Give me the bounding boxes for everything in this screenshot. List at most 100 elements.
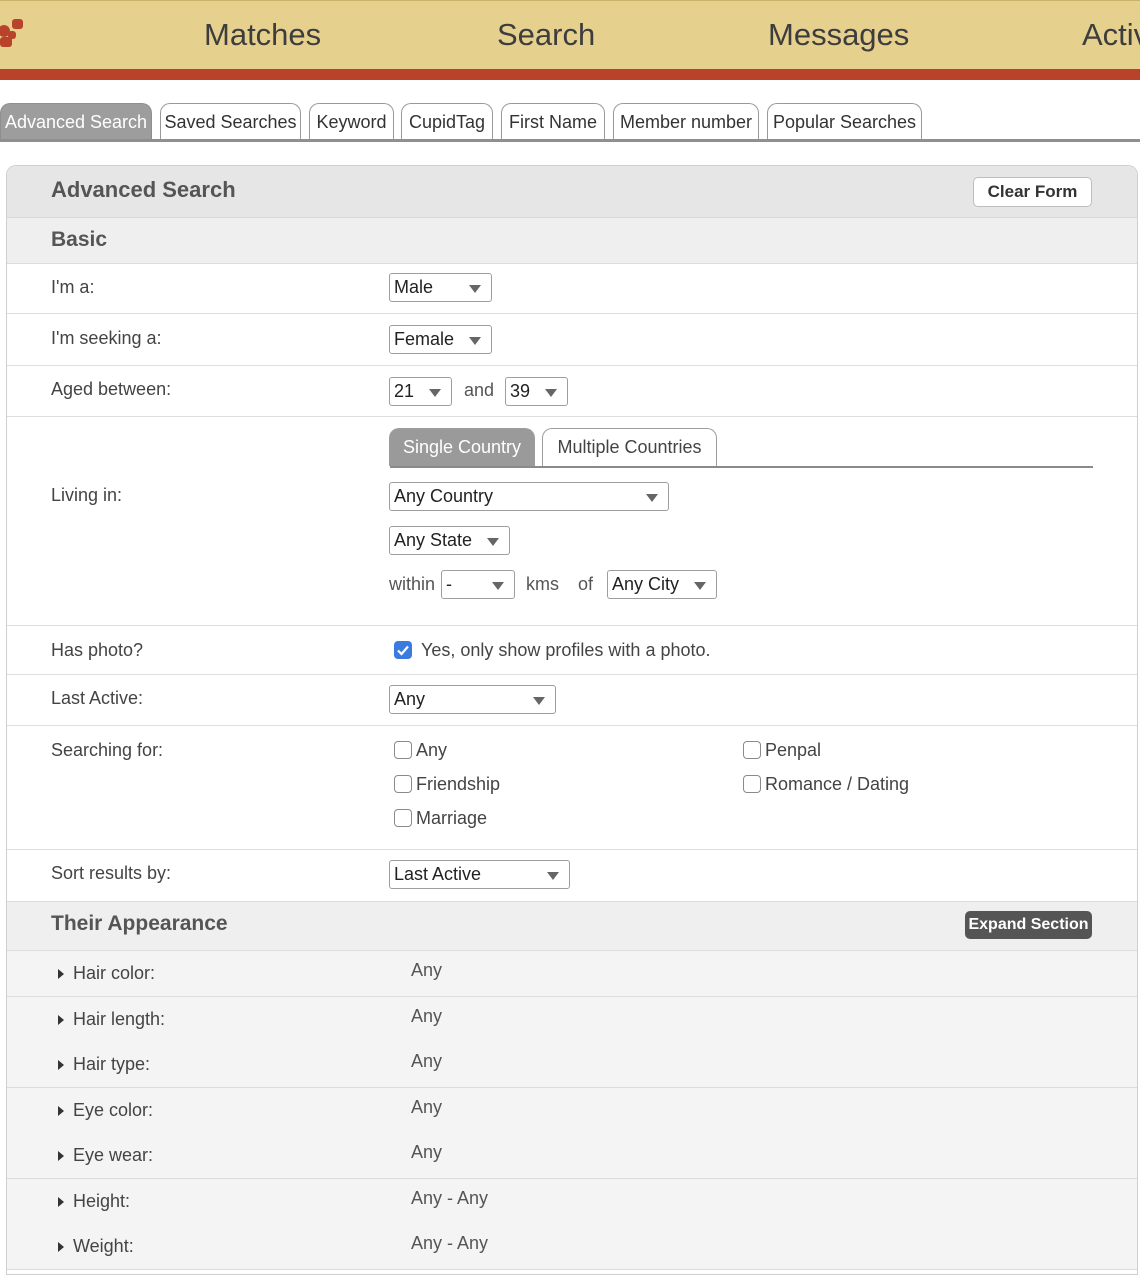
- photo-option-label: Yes, only show profiles with a photo.: [421, 640, 711, 660]
- distance-select[interactable]: -: [441, 570, 515, 599]
- tab-first-name[interactable]: First Name: [501, 103, 605, 141]
- chevron-down-icon: [469, 337, 481, 345]
- last-active-select[interactable]: Any: [389, 685, 556, 714]
- chevron-down-icon: [469, 285, 481, 293]
- height-label: Height:: [73, 1191, 131, 1211]
- option-penpal-label: Penpal: [765, 740, 822, 760]
- nav-matches[interactable]: Matches: [204, 17, 321, 53]
- of-label: of: [578, 574, 594, 594]
- panel-title: Advanced Search: [51, 177, 236, 202]
- option-penpal-checkbox[interactable]: [743, 741, 761, 759]
- row-divider: [7, 416, 1137, 417]
- top-nav: Matches Search Messages Activ: [0, 0, 1140, 70]
- tab-multiple-countries[interactable]: Multiple Countries: [542, 428, 717, 466]
- distance-unit: kms: [526, 574, 559, 594]
- city-value: Any City: [612, 574, 680, 594]
- age-min-value: 21: [394, 381, 415, 401]
- tab-cupidtag[interactable]: CupidTag: [401, 103, 493, 141]
- appearance-section-title: Their Appearance: [51, 912, 228, 935]
- last-active-label: Last Active:: [51, 688, 144, 708]
- tab-keyword[interactable]: Keyword: [309, 103, 394, 141]
- state-select[interactable]: Any State: [389, 526, 510, 555]
- eye-color-value: Any: [411, 1097, 443, 1117]
- sort-select[interactable]: Last Active: [389, 860, 570, 889]
- age-min-select[interactable]: 21: [389, 377, 452, 406]
- tab-popular-searches[interactable]: Popular Searches: [767, 103, 922, 141]
- height-value: Any - Any: [411, 1188, 489, 1208]
- chevron-down-icon: [545, 389, 557, 397]
- weight-label: Weight:: [73, 1236, 134, 1256]
- hair-length-label: Hair length:: [73, 1009, 166, 1029]
- basic-section-title: Basic: [51, 228, 108, 251]
- tab-single-country[interactable]: Single Country: [389, 428, 535, 466]
- option-marriage-label: Marriage: [416, 808, 488, 828]
- appearance-row-eye-color[interactable]: Eye color: Any: [7, 1088, 1137, 1134]
- appearance-row-eye-wear[interactable]: Eye wear: Any: [7, 1133, 1137, 1179]
- eye-wear-label: Eye wear:: [73, 1145, 154, 1165]
- seeking-value: Female: [394, 329, 455, 349]
- gender-label: I'm a:: [51, 277, 95, 297]
- option-marriage-checkbox[interactable]: [394, 809, 412, 827]
- clear-form-button[interactable]: Clear Form: [973, 177, 1092, 207]
- option-friendship-checkbox[interactable]: [394, 775, 412, 793]
- tab-saved-searches[interactable]: Saved Searches: [160, 103, 301, 141]
- option-any-checkbox[interactable]: [394, 741, 412, 759]
- appearance-row-weight[interactable]: Weight: Any - Any: [7, 1224, 1137, 1270]
- hair-color-value: Any: [411, 960, 443, 980]
- expand-section-button[interactable]: Expand Section: [965, 911, 1092, 939]
- sort-label: Sort results by:: [51, 863, 172, 883]
- eye-color-label: Eye color:: [73, 1100, 154, 1120]
- sort-value: Last Active: [394, 864, 482, 884]
- caret-right-icon: [58, 969, 64, 979]
- seeking-select[interactable]: Female: [389, 325, 492, 354]
- searching-for-label: Searching for:: [51, 740, 164, 760]
- nav-activity[interactable]: Activ: [1082, 17, 1140, 53]
- option-romance-checkbox[interactable]: [743, 775, 761, 793]
- option-any-label: Any: [416, 740, 448, 760]
- gender-value: Male: [394, 277, 434, 297]
- hair-type-value: Any: [411, 1051, 443, 1071]
- basic-section-header: [7, 218, 1137, 264]
- chevron-down-icon: [492, 582, 504, 590]
- chevron-down-icon: [547, 872, 559, 880]
- option-friendship-label: Friendship: [416, 774, 501, 794]
- gender-select[interactable]: Male: [389, 273, 492, 302]
- country-value: Any Country: [394, 486, 494, 506]
- country-select[interactable]: Any Country: [389, 482, 669, 511]
- nav-search[interactable]: Search: [497, 17, 595, 53]
- appearance-row-hair-type[interactable]: Hair type: Any: [7, 1042, 1137, 1088]
- caret-right-icon: [58, 1106, 64, 1116]
- location-label: Living in:: [51, 485, 123, 505]
- city-select[interactable]: Any City: [607, 570, 717, 599]
- appearance-row-height[interactable]: Height: Any - Any: [7, 1179, 1137, 1225]
- nav-messages[interactable]: Messages: [768, 17, 909, 53]
- checkmark-icon: [397, 645, 409, 656]
- caret-right-icon: [58, 1060, 64, 1070]
- seeking-label: I'm seeking a:: [51, 328, 162, 348]
- photo-checkbox[interactable]: [394, 641, 412, 659]
- nav-accent-stripe: [0, 69, 1140, 80]
- tab-member-number[interactable]: Member number: [613, 103, 759, 141]
- row-divider: [7, 625, 1137, 626]
- appearance-row-hair-color[interactable]: Hair color: Any: [7, 951, 1137, 997]
- distance-value: -: [446, 574, 452, 594]
- caret-right-icon: [58, 1197, 64, 1207]
- age-label: Aged between:: [51, 379, 172, 399]
- people-icon[interactable]: [0, 17, 24, 49]
- eye-wear-value: Any: [411, 1142, 443, 1162]
- chevron-down-icon: [646, 494, 658, 502]
- row-divider: [7, 674, 1137, 675]
- appearance-row-hair-length[interactable]: Hair length: Any: [7, 997, 1137, 1043]
- row-divider: [7, 365, 1137, 366]
- chevron-down-icon: [694, 582, 706, 590]
- tab-advanced-search[interactable]: Advanced Search: [0, 103, 152, 141]
- age-connector: and: [464, 380, 495, 400]
- age-max-select[interactable]: 39: [505, 377, 568, 406]
- row-divider: [7, 849, 1137, 850]
- weight-value: Any - Any: [411, 1233, 489, 1253]
- caret-right-icon: [58, 1151, 64, 1161]
- hair-type-label: Hair type:: [73, 1054, 151, 1074]
- age-max-value: 39: [510, 381, 531, 401]
- option-romance-label: Romance / Dating: [765, 774, 910, 794]
- advanced-search-panel: Advanced Search Clear Form Basic I'm a: …: [6, 165, 1138, 1275]
